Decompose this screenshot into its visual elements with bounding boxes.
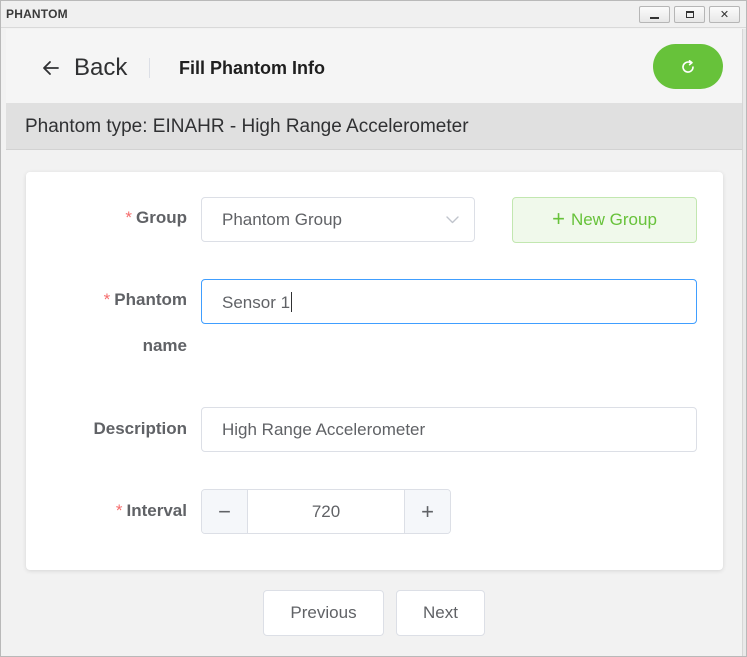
close-icon: ✕ [719,9,730,21]
phantom-name-input[interactable]: Sensor 1 [201,279,697,324]
phantom-type-text: Phantom type: EINAHR - High Range Accele… [25,116,469,137]
description-input[interactable]: High Range Accelerometer [201,407,697,452]
group-select-value: Phantom Group [222,210,343,229]
required-mark: * [103,290,111,309]
increment-button[interactable]: + [404,490,450,533]
description-label: Description [93,419,187,438]
minimize-icon [650,16,659,19]
next-button[interactable]: Next [396,590,485,636]
phantom-name-label: * Phantom [66,290,187,310]
group-label: * Group [86,208,187,228]
interval-value[interactable]: 720 [248,502,404,522]
description-value: High Range Accelerometer [222,420,426,439]
interval-stepper: − 720 + [201,489,451,534]
minimize-button[interactable] [639,6,670,23]
page-title: Fill Phantom Info [179,58,325,78]
phantom-form: * Group Phantom Group + New Group * Phanto… [26,172,723,570]
app-window: PHANTOM ✕ Back Fill Phantom Info Phantom… [0,0,747,657]
interval-label: * Interval [86,501,187,521]
phantom-name-value: Sensor 1 [222,292,293,312]
close-button[interactable]: ✕ [709,6,740,23]
maximize-icon [685,11,694,18]
previous-button[interactable]: Previous [263,590,384,636]
refresh-icon [682,59,694,73]
back-button[interactable]: Back [41,54,127,82]
phantom-name-label-line1: Phantom [114,290,187,309]
refresh-button[interactable] [653,44,723,89]
group-label-text: Group [136,208,187,227]
interval-label-text: Interval [126,501,187,520]
arrow-left-icon [43,61,59,75]
group-select[interactable]: Phantom Group [201,197,475,242]
title-bar: PHANTOM ✕ [1,1,746,28]
minus-icon: − [218,498,231,524]
phantom-name-label-line2: name [142,336,187,355]
required-mark: * [125,208,132,227]
back-label: Back [74,54,128,81]
maximize-button[interactable] [674,6,705,23]
chevron-down-icon [446,216,459,224]
page-header: Back Fill Phantom Info [6,29,742,103]
new-group-label: New Group [570,210,657,229]
phantom-type-bar: Phantom type: EINAHR - High Range Accele… [6,103,742,150]
window-title: PHANTOM [6,7,68,21]
header-divider [149,58,150,78]
decrement-button[interactable]: − [202,490,248,533]
plus-icon: + [552,206,565,231]
required-mark: * [115,501,123,520]
window-right-edge [742,29,746,656]
plus-icon: + [421,498,434,524]
new-group-button[interactable]: + New Group [512,197,697,243]
text-caret [291,292,293,312]
